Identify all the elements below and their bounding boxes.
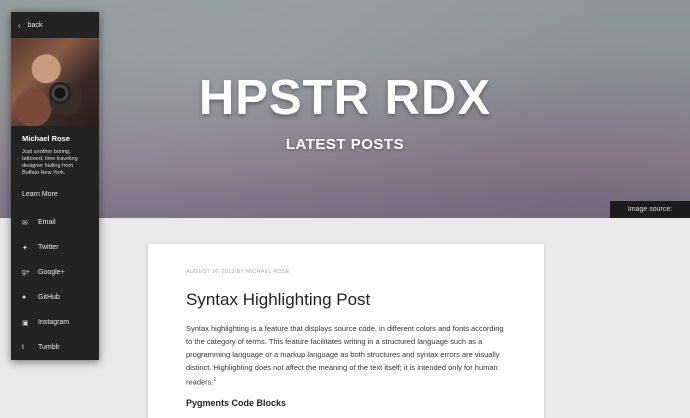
excerpt-text: Syntax highlighting is a feature that di…: [186, 324, 504, 387]
post-meta: AUGUST 16, 2013 BY MICHAEL ROSE: [186, 269, 290, 275]
github-icon: ●: [22, 294, 27, 301]
back-label: back: [27, 21, 43, 29]
social-links: ✉ Email ✦ Twitter g+ Google+ ● GitHub ▣ …: [11, 210, 99, 360]
sidebar-item-google-plus[interactable]: g+ Google+: [11, 260, 99, 285]
sidebar-item-label: Google+: [38, 269, 65, 276]
learn-more-link[interactable]: Learn More: [11, 177, 99, 198]
author-name: Michael Rose: [22, 134, 70, 143]
sidebar-item-label: Instagram: [38, 319, 70, 326]
avatar: [11, 38, 99, 126]
post-subheading: Pygments Code Blocks: [186, 398, 287, 408]
back-button[interactable]: ‹ back: [11, 12, 99, 38]
sidebar-item-instagram[interactable]: ▣ Instagram: [11, 310, 99, 335]
post-card: AUGUST 16, 2013 BY MICHAEL ROSE Syntax H…: [148, 244, 544, 418]
tumblr-icon: t: [22, 344, 24, 351]
sidebar-item-twitter[interactable]: ✦ Twitter: [11, 235, 99, 260]
chevron-left-icon: ‹: [18, 20, 21, 30]
sidebar-item-label: GitHub: [38, 294, 60, 301]
footnote-ref[interactable]: 1: [214, 377, 217, 383]
sidebar-item-github[interactable]: ● GitHub: [11, 285, 99, 310]
author-sidebar: ‹ back Michael Rose Just another boring,…: [11, 12, 99, 360]
google-plus-icon: g+: [22, 269, 30, 276]
twitter-icon: ✦: [22, 244, 28, 252]
envelope-icon: ✉: [22, 219, 28, 227]
sidebar-item-email[interactable]: ✉ Email: [11, 210, 99, 235]
site-title[interactable]: HPSTR RDX: [0, 70, 690, 126]
sidebar-item-tumblr[interactable]: t Tumblr: [11, 335, 99, 360]
sidebar-item-label: Tumblr: [38, 344, 60, 351]
post-title[interactable]: Syntax Highlighting Post: [186, 290, 370, 310]
camera-lens-graphic: [49, 82, 71, 104]
image-credit[interactable]: Image source: dargadgetz: [610, 201, 690, 218]
author-bio: Just another boring, tattooed, time trav…: [22, 149, 78, 176]
sidebar-item-label: Email: [38, 219, 56, 226]
page-subtitle: LATEST POSTS: [285, 136, 405, 153]
hero-banner: HPSTR RDX LATEST POSTS Image source: dar…: [0, 0, 690, 218]
sidebar-item-label: Twitter: [38, 244, 59, 251]
instagram-icon: ▣: [22, 319, 29, 327]
post-excerpt: Syntax highlighting is a feature that di…: [186, 322, 511, 389]
